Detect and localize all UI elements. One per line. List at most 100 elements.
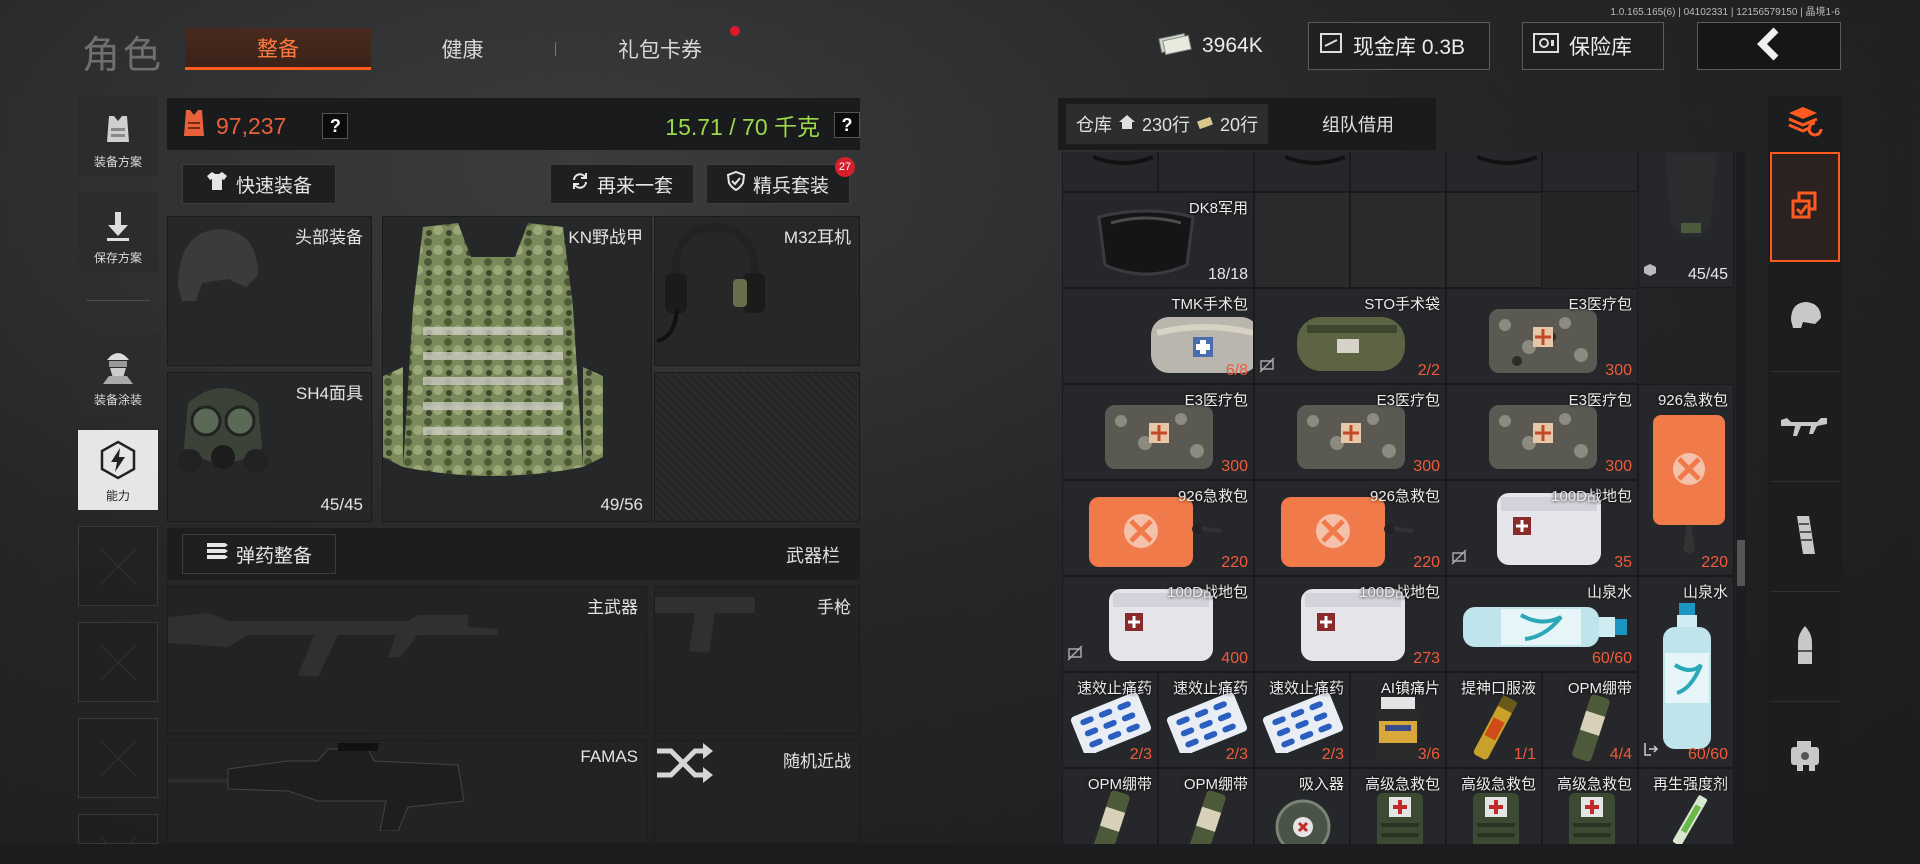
inventory-cell-painkiller[interactable]: 速效止痛药 2/3 [1158, 672, 1254, 768]
inventory-cell[interactable] [1446, 152, 1542, 192]
warehouse-scrollbar[interactable] [1736, 152, 1746, 844]
inventory-cell-opm[interactable]: OPM绷带 [1062, 768, 1158, 844]
inventory-cell-sto[interactable]: STO手术袋 2/2 [1254, 288, 1446, 384]
item-count: 3/6 [1417, 746, 1440, 763]
category-rifle[interactable] [1770, 374, 1840, 482]
item-count: 35 [1614, 554, 1632, 571]
inventory-cell-100d[interactable]: 100D战地包 400 [1062, 576, 1254, 672]
inventory-cell-e3[interactable]: E3医疗包 300 [1446, 384, 1638, 480]
sidebar-item-label: 保存方案 [93, 251, 142, 265]
inventory-cell[interactable] [1350, 152, 1446, 192]
inventory-cell[interactable] [1254, 152, 1350, 192]
category-ammo[interactable] [1770, 594, 1840, 702]
category-magazine[interactable] [1770, 484, 1840, 592]
category-helmet[interactable] [1770, 264, 1840, 372]
no-trade-icon [1451, 549, 1467, 570]
helmet-icon [168, 229, 268, 321]
tab-health[interactable]: 健康 [390, 28, 535, 70]
primary-weapon-slot[interactable]: 主武器 [167, 586, 647, 734]
inventory-cell-empty[interactable] [1446, 192, 1542, 288]
tab-gift-cards[interactable]: 礼包卡券 [575, 28, 745, 70]
item-count: 4/4 [1609, 746, 1632, 763]
cube-icon [1643, 263, 1657, 282]
inventory-cell-empty[interactable] [1350, 192, 1446, 288]
inventory-cell-opm[interactable]: OPM绷带 4/4 [1542, 672, 1638, 768]
back-button[interactable] [1697, 22, 1841, 70]
inventory-cell-e3[interactable]: E3医疗包 300 [1446, 288, 1638, 384]
tab-loadout[interactable]: 整备 [185, 28, 371, 70]
inventory-cell-tall[interactable]: 45/45 [1638, 152, 1734, 288]
inventory-cell-100d[interactable]: 100D战地包 273 [1254, 576, 1446, 672]
weapon-bar-label: 武器栏 [786, 546, 840, 566]
download-icon [103, 210, 133, 245]
inventory-cell-tmk[interactable]: TMK手术包 6/8 [1062, 288, 1254, 384]
inventory-cell-regen[interactable]: 再生强度剂 [1638, 768, 1734, 844]
armor-slot[interactable]: KN野战甲 49/56 [382, 216, 652, 522]
melee-slot[interactable]: 随机近战 [654, 740, 860, 844]
item-count: 220 [1221, 554, 1248, 571]
inventory-cell-adv-firstaid[interactable]: 高级急救包 [1542, 768, 1638, 844]
secondary-weapon-slot[interactable]: FAMAS [167, 740, 647, 844]
elite-set-badge: 27 [835, 157, 855, 177]
elite-set-button[interactable]: 精兵套装 27 [706, 157, 855, 204]
cash-vault-button[interactable]: 现金库 0.3B [1308, 22, 1490, 70]
sidebar-item-skin[interactable]: 装备涂装 [78, 334, 158, 414]
pistol-slot[interactable]: 手枪 [654, 586, 860, 734]
empty-gear-slot[interactable] [654, 372, 860, 522]
inventory-cell-inhaler[interactable]: 吸入器 [1254, 768, 1350, 844]
inventory-cell-e3[interactable]: E3医疗包 300 [1254, 384, 1446, 480]
inventory-cell-water[interactable]: 山泉水 60/60 [1638, 576, 1734, 768]
orange-pouch-icon [1649, 409, 1729, 564]
sort-button[interactable] [1770, 96, 1840, 150]
inventory-cell[interactable] [1062, 152, 1158, 192]
headset-slot[interactable]: M32耳机 [654, 216, 860, 366]
sidebar-item-ability[interactable]: 能力 [78, 430, 158, 510]
ammo-supply-label: 弹药整备 [235, 545, 312, 567]
item-count: 400 [1221, 650, 1248, 667]
sidebar-item-save-plan[interactable]: 保存方案 [78, 192, 158, 272]
category-all[interactable] [1770, 152, 1840, 262]
inventory-cell-painkiller[interactable]: 速效止痛药 2/3 [1062, 672, 1158, 768]
value-help-button[interactable]: ? [322, 113, 349, 139]
inventory-cell-926[interactable]: 926急救包 220 [1638, 384, 1734, 576]
inventory-cell-empty[interactable] [1254, 192, 1350, 288]
inventory-cell-dk8[interactable]: DK8军用 18/18 [1062, 192, 1254, 288]
item-count: 300 [1413, 458, 1440, 475]
inventory-cell-water[interactable]: 山泉水 60/60 [1446, 576, 1638, 672]
equip-again-button[interactable]: 再来一套 [550, 164, 694, 204]
quick-equip-button[interactable]: 快速装备 [182, 164, 336, 204]
inventory-cell-painkiller[interactable]: 速效止痛药 2/3 [1254, 672, 1350, 768]
item-name: OPM绷带 [1183, 776, 1248, 793]
inventory-cell-ai-pills[interactable]: AI镇痛片 3/6 [1350, 672, 1446, 768]
item-name: 山泉水 [1682, 584, 1728, 601]
inventory-cell-tonic[interactable]: 提神口服液 1/1 [1446, 672, 1542, 768]
sidebar-item-label: 装备方案 [93, 155, 142, 169]
insurance-button[interactable]: 保险库 [1522, 22, 1664, 70]
slot-label: KN野战甲 [568, 228, 643, 247]
inventory-cell[interactable] [1158, 152, 1254, 192]
headset-icon [655, 222, 775, 361]
footer-strip [0, 844, 1920, 864]
head-gear-slot[interactable]: 头部装备 [167, 216, 372, 366]
inventory-cell-100d[interactable]: 100D战地包 35 [1446, 480, 1638, 576]
inventory-cell-926[interactable]: 926急救包 220 [1062, 480, 1254, 576]
sidebar-item-loadout-plan[interactable]: 装备方案 [78, 96, 158, 176]
ammo-supply-button[interactable]: 弹药整备 [182, 534, 336, 574]
category-attachment[interactable] [1770, 704, 1840, 812]
tab-warehouse[interactable]: 仓库 230行 20行 [1066, 104, 1269, 144]
weight-help-button[interactable]: ? [834, 112, 860, 138]
sort-stack-icon [1785, 105, 1825, 142]
inventory-cell-926[interactable]: 926急救包 220 [1254, 480, 1446, 576]
inventory-cell[interactable] [1542, 152, 1638, 192]
face-mask-slot[interactable]: SH4面具 45/45 [167, 372, 372, 522]
inventory-cell-adv-firstaid[interactable]: 高级急救包 [1350, 768, 1446, 844]
bandage-icon [1569, 693, 1613, 767]
warehouse-scrollbar-thumb[interactable] [1737, 540, 1745, 586]
face-shield-icon [1091, 203, 1201, 287]
inventory-cell-opm[interactable]: OPM绷带 [1158, 768, 1254, 844]
vial-icon [1473, 693, 1518, 767]
slot-label: 头部装备 [295, 228, 363, 247]
inventory-cell-adv-firstaid[interactable]: 高级急救包 [1446, 768, 1542, 844]
tab-team-borrow[interactable]: 组队借用 [1322, 104, 1394, 144]
inventory-cell-e3[interactable]: E3医疗包 300 [1062, 384, 1254, 480]
